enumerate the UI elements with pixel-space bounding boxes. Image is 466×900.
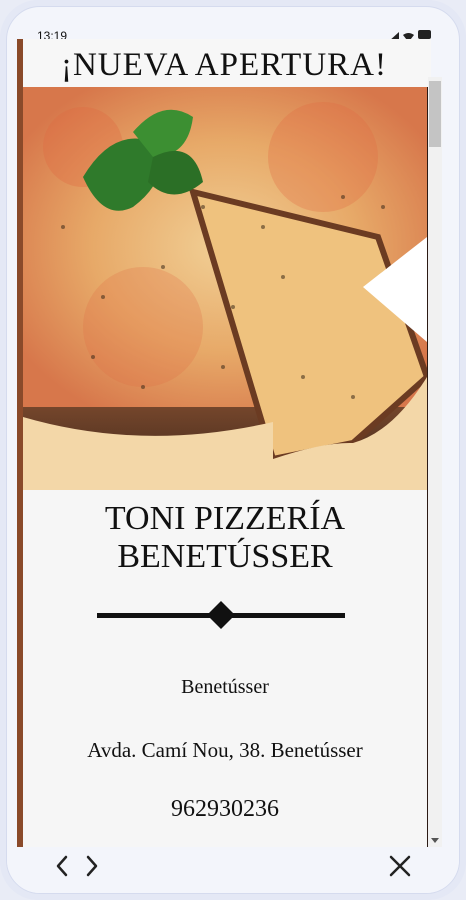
forward-button[interactable]	[77, 853, 107, 883]
scrollbar-thumb[interactable]	[429, 81, 441, 147]
device-frame: 13:19 ¡NUEVA APERTURA! TONI PIZZERÍA BEN…	[0, 0, 466, 900]
scroll-down-arrow-icon[interactable]	[431, 838, 439, 843]
address-text: Avda. Camí Nou, 38. Benetússer	[87, 738, 363, 762]
title-line-1: TONI PIZZERÍA	[104, 500, 346, 537]
status-bar: 13:19	[7, 7, 459, 43]
close-icon	[389, 855, 411, 882]
restaurant-info: TONI PIZZERÍA BENETÚSSER Benetússer Avda…	[23, 490, 427, 847]
chevron-left-icon	[54, 855, 70, 882]
wifi-icon	[403, 29, 414, 42]
status-icons	[388, 29, 431, 42]
phone-text[interactable]: 962930236	[23, 796, 427, 823]
battery-icon	[418, 29, 431, 39]
location-text: Benetússer	[181, 676, 269, 698]
web-content[interactable]: ¡NUEVA APERTURA! TONI PIZZERÍA BENETÚSSE…	[17, 39, 431, 847]
screen: 13:19 ¡NUEVA APERTURA! TONI PIZZERÍA BEN…	[6, 6, 460, 894]
pizza-hero-image	[23, 87, 427, 490]
restaurant-title: TONI PIZZERÍA BENETÚSSER	[23, 500, 427, 576]
browser-toolbar	[7, 847, 459, 893]
signal-icon	[388, 29, 399, 42]
page-headline: ¡NUEVA APERTURA!	[60, 47, 388, 83]
close-button[interactable]	[385, 853, 415, 883]
scrollbar[interactable]	[428, 77, 442, 847]
title-line-2: BENETÚSSER	[117, 538, 333, 575]
diamond-divider	[97, 601, 345, 629]
chevron-right-icon	[84, 855, 100, 882]
back-button[interactable]	[47, 853, 77, 883]
